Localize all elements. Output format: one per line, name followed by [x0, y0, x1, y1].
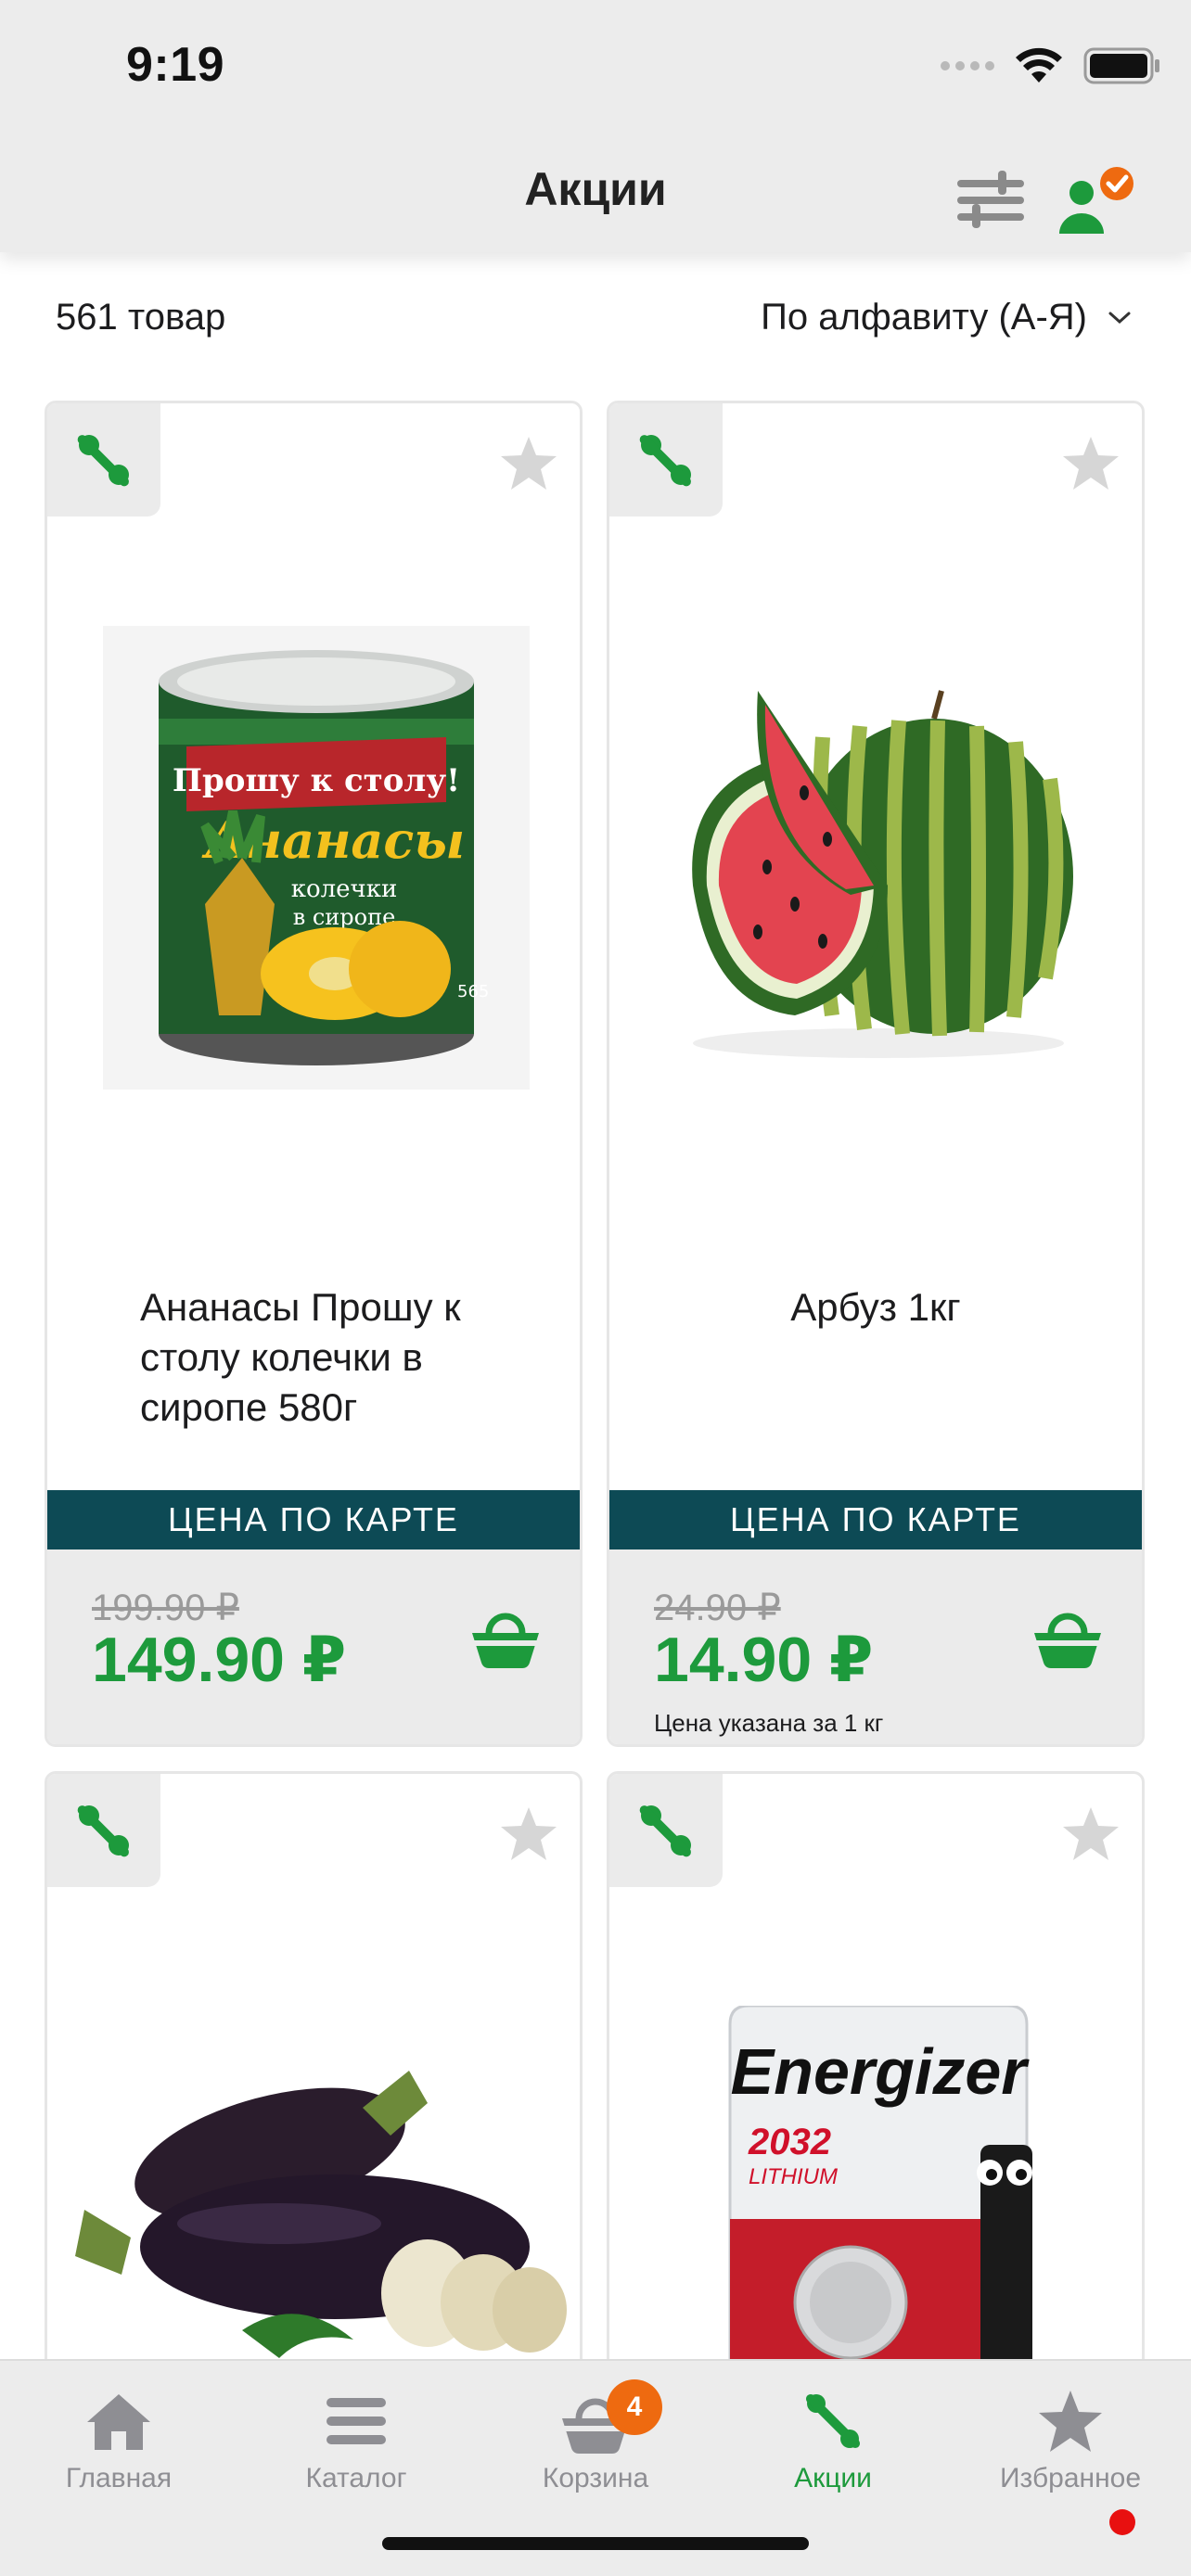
catalog-icon — [327, 2398, 386, 2444]
star-icon — [1039, 2391, 1102, 2452]
promo-badge — [609, 1774, 723, 1887]
product-count: 561 товар — [56, 297, 226, 338]
new-price: 14.90 ₽ — [654, 1625, 874, 1695]
percent-icon — [805, 2393, 861, 2449]
promo-badge — [47, 403, 160, 516]
battery-icon — [1083, 47, 1159, 84]
favorite-star-icon[interactable] — [498, 433, 559, 494]
top-bar: 9:19 Акции — [0, 0, 1191, 252]
product-name: Ананасы Прошу к столу колечки в сиропе 5… — [140, 1285, 461, 1429]
chevron-down-icon — [1108, 312, 1131, 324]
home-icon — [87, 2394, 150, 2450]
tab-label: Каталог — [305, 2463, 407, 2493]
percent-icon — [77, 435, 129, 487]
add-to-cart-icon[interactable] — [468, 1605, 543, 1670]
tab-label: Корзина — [542, 2463, 649, 2493]
price-area: 199.90 ₽ 149.90 ₽ — [47, 1549, 580, 1744]
price-note: Цена указана за 1 кг — [654, 1709, 884, 1737]
tab-home[interactable]: Главная — [17, 2389, 221, 2494]
card-price-label: ЦЕНА ПО КАРТЕ — [609, 1490, 1142, 1549]
can-sub1: колечки — [291, 875, 398, 903]
tab-promotions[interactable]: Акции — [731, 2389, 935, 2494]
watermelon-image — [637, 617, 1120, 1099]
cart-count-badge: 4 — [607, 2379, 662, 2435]
tab-catalog[interactable]: Каталог — [254, 2389, 458, 2494]
signal-icon — [941, 61, 994, 70]
pineapple-can-image: Прошу к столу! Ананасы колечки в сиропе … — [75, 617, 557, 1099]
product-card[interactable]: Прошу к столу! Ананасы колечки в сиропе … — [45, 401, 583, 1747]
sort-label: По алфавиту (А-Я) — [761, 297, 1087, 338]
energizer-battery-image: Energizer 2032 LITHIUM — [665, 2006, 1092, 2377]
favorite-star-icon[interactable] — [1060, 1804, 1121, 1865]
favorite-star-icon[interactable] — [1060, 433, 1121, 494]
tab-label: Главная — [65, 2463, 173, 2493]
profile-icon[interactable] — [1050, 163, 1143, 237]
add-to-cart-icon[interactable] — [1031, 1605, 1105, 1670]
battery-model: 2032 — [748, 2122, 831, 2162]
tab-label: Избранное — [999, 2463, 1142, 2493]
percent-icon — [77, 1805, 129, 1857]
filter-icon[interactable] — [954, 163, 1028, 237]
percent-icon — [639, 435, 691, 487]
status-time: 9:19 — [126, 38, 225, 92]
tab-cart[interactable]: Корзина 4 — [493, 2379, 698, 2494]
price-area: 24.90 ₽ 14.90 ₽ Цена указана за 1 кг — [609, 1549, 1142, 1744]
battery-type: LITHIUM — [749, 2164, 838, 2189]
new-price: 149.90 ₽ — [92, 1625, 347, 1695]
wifi-icon — [1016, 47, 1062, 83]
promo-badge — [47, 1774, 160, 1887]
tab-favorites[interactable]: Избранное — [968, 2389, 1172, 2494]
status-icons — [941, 46, 1161, 85]
home-indicator — [382, 2537, 809, 2550]
tab-label: Акции — [794, 2463, 872, 2493]
app-screen: 9:19 Акции 561 товар По алфавиту (А-Я) П… — [0, 0, 1191, 2576]
notification-dot — [1109, 2509, 1135, 2535]
product-card[interactable]: Арбуз 1кг ЦЕНА ПО КАРТЕ 24.90 ₽ 14.90 ₽ … — [607, 401, 1145, 1747]
battery-brand: Energizer — [731, 2035, 1031, 2108]
product-card[interactable] — [45, 1771, 583, 2420]
product-card[interactable]: Energizer 2032 LITHIUM — [607, 1771, 1145, 2420]
eggplant-image — [57, 2052, 576, 2358]
can-brand: Прошу к столу! — [173, 762, 460, 799]
can-weight: 565 — [457, 982, 489, 1001]
percent-icon — [639, 1805, 691, 1857]
card-price-label: ЦЕНА ПО КАРТЕ — [47, 1490, 580, 1549]
promo-badge — [609, 403, 723, 516]
favorite-star-icon[interactable] — [498, 1804, 559, 1865]
sort-dropdown[interactable]: По алфавиту (А-Я) — [761, 297, 1132, 338]
product-name: Арбуз 1кг — [790, 1285, 961, 1329]
